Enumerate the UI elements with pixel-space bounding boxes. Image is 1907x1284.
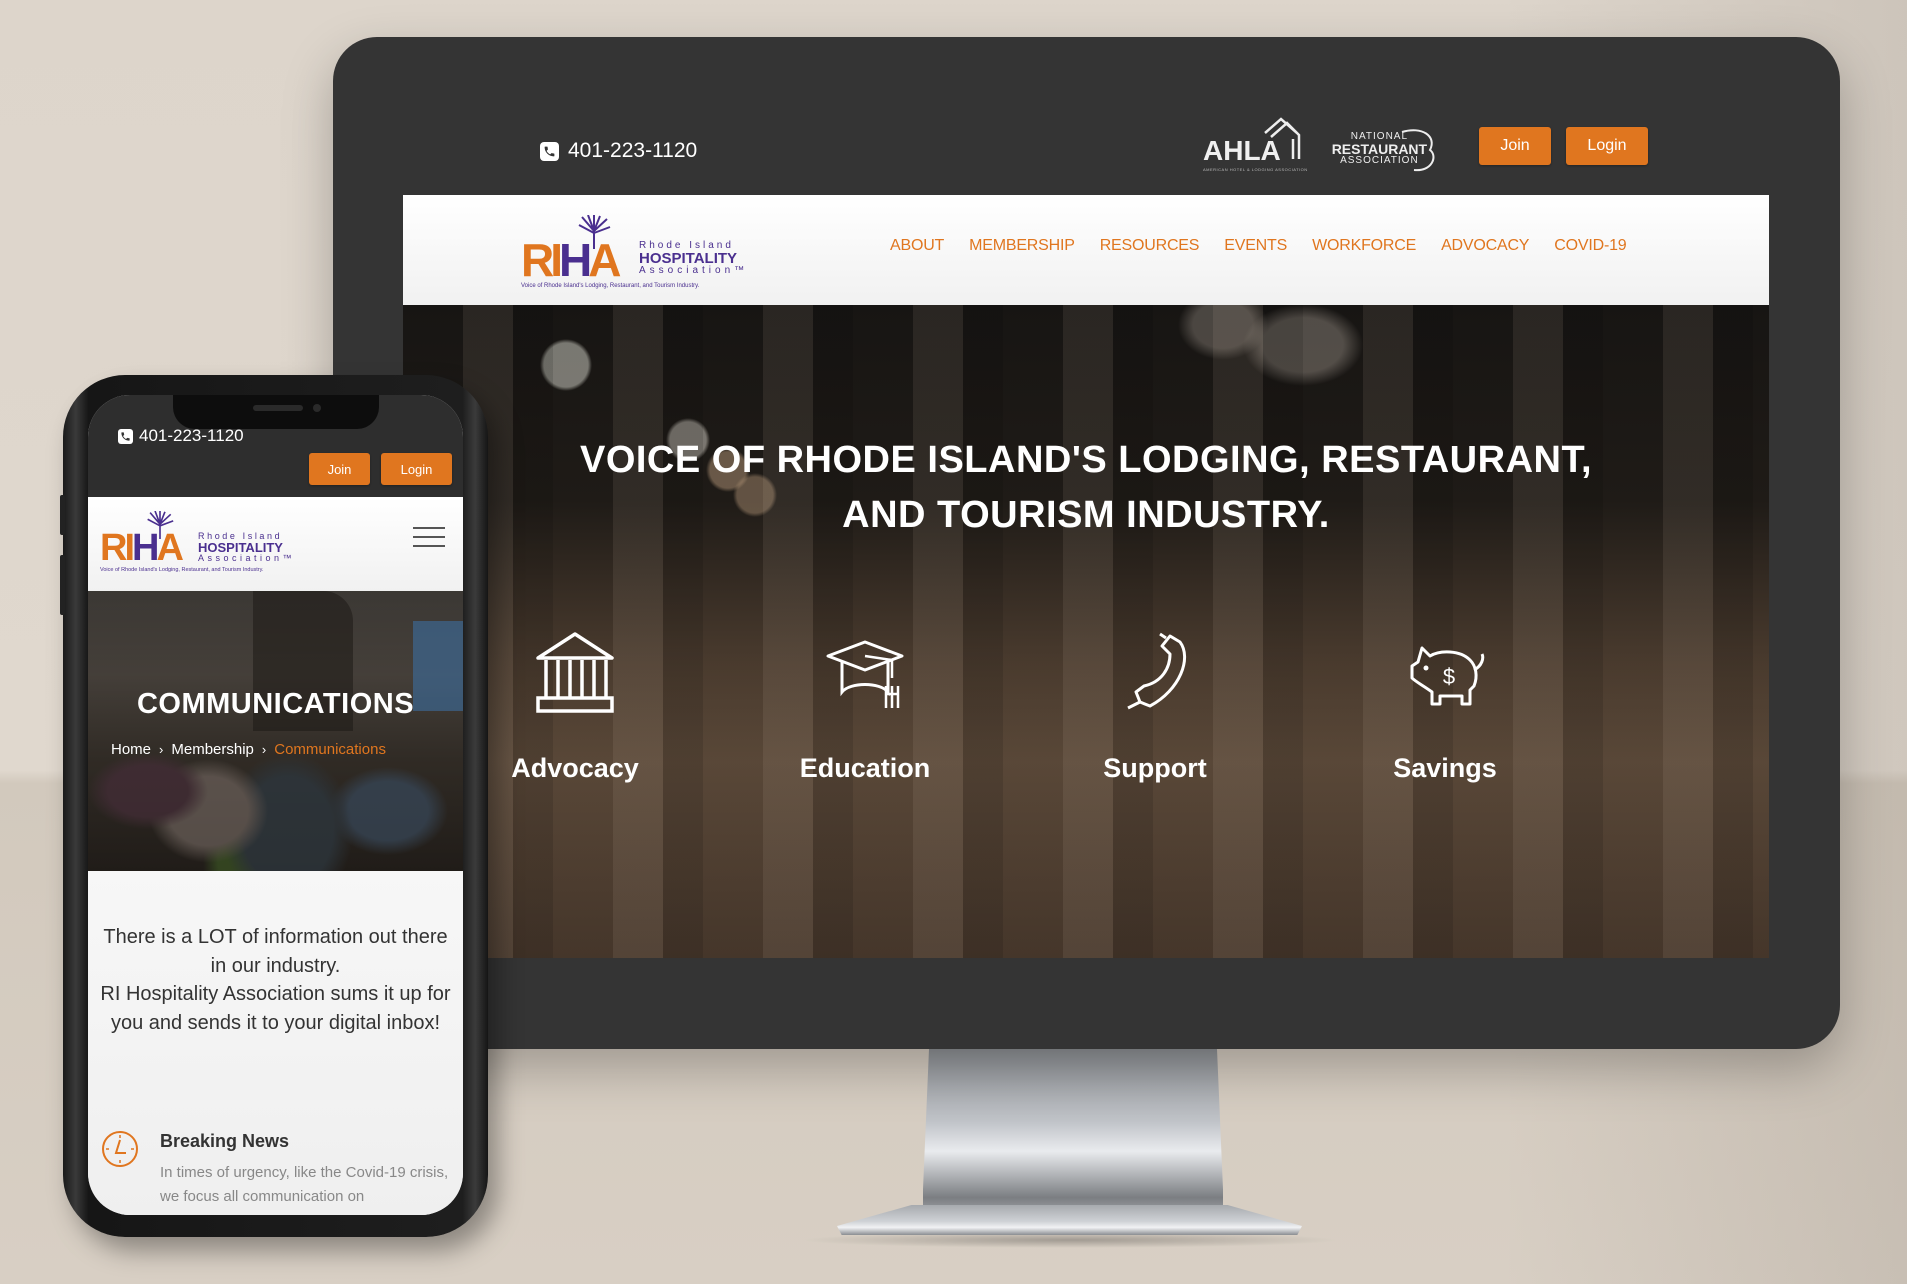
ahla-logo[interactable]: AHLA AMERICAN HOTEL & LODGING ASSOCIATIO… <box>1203 117 1308 172</box>
breadcrumb: Home › Membership › Communications <box>111 741 386 758</box>
phone-notch <box>173 395 379 429</box>
nav-item-events[interactable]: EVENTS <box>1224 237 1287 255</box>
hero-title-line1: VOICE OF RHODE ISLAND'S LODGING, RESTAUR… <box>579 439 1593 481</box>
feature-label: Education <box>799 753 931 783</box>
nra-logo[interactable]: NATIONAL RESTAURANT ASSOCIATION <box>1332 128 1435 171</box>
logo-line3: Association™ <box>198 553 296 563</box>
mobile-riha-logo[interactable]: RIHA Rhode Island HOSPITALITY Associatio… <box>100 511 300 581</box>
phone-camera <box>313 404 321 412</box>
desktop-main-nav: ABOUT MEMBERSHIP RESOURCES EVENTS WORKFO… <box>890 237 1627 255</box>
desktop-monitor: 401-223-1120 AHLA AMERICAN HOTEL & LODGI… <box>333 37 1840 1049</box>
desktop-phone-link[interactable]: 401-223-1120 <box>540 139 697 163</box>
feature-text: In times of urgency, like the Covid-19 c… <box>160 1164 449 1205</box>
feature-education[interactable]: Education <box>765 628 965 784</box>
clock-icon <box>102 1131 138 1167</box>
svg-text:$: $ <box>1443 664 1455 689</box>
mobile-page-title: COMMUNICATIONS <box>136 688 415 720</box>
logo-tagline: Voice of Rhode Island's Lodging, Restaur… <box>100 567 264 573</box>
monitor-stand-neck <box>923 1049 1223 1214</box>
logo-mark-a: A <box>588 234 621 286</box>
phone-icon <box>540 141 559 161</box>
piggy-bank-icon: $ <box>1410 646 1485 706</box>
intro-text-line1: There is a LOT of information out there … <box>103 926 448 977</box>
government-building-icon <box>536 632 614 713</box>
nav-item-advocacy[interactable]: ADVOCACY <box>1441 237 1529 255</box>
desktop-login-button[interactable]: Login <box>1566 127 1648 165</box>
ahla-subtitle: AMERICAN HOTEL & LODGING ASSOCIATION <box>1203 167 1308 172</box>
nav-item-about[interactable]: ABOUT <box>890 237 944 255</box>
desktop-riha-logo[interactable]: RIHA Rhode Island HOSPITALITY Associatio… <box>521 215 751 295</box>
ahla-building-icon <box>1264 117 1301 159</box>
feature-label: Advocacy <box>511 753 639 783</box>
feature-list: Advocacy Education Support $ Savings <box>475 628 1635 798</box>
desktop-navbar: RIHA Rhode Island HOSPITALITY Associatio… <box>403 195 1769 305</box>
logo-mark-h: H <box>559 234 592 286</box>
nav-item-membership[interactable]: MEMBERSHIP <box>969 237 1075 255</box>
nav-item-resources[interactable]: RESOURCES <box>1100 237 1200 255</box>
graduation-cap-fork-icon <box>826 640 904 708</box>
hamburger-line <box>413 545 445 547</box>
breadcrumb-membership[interactable]: Membership <box>171 741 254 758</box>
intro-text: There is a LOT of information out there … <box>96 923 455 1037</box>
mobile-phone-link[interactable]: 401-223-1120 <box>118 426 244 446</box>
mobile-join-button[interactable]: Join <box>309 453 370 485</box>
desktop-hero: VOICE OF RHODE ISLAND'S LODGING, RESTAUR… <box>403 305 1769 958</box>
mobile-phone-number: 401-223-1120 <box>139 426 244 445</box>
logo-line2: HOSPITALITY <box>639 250 738 267</box>
breadcrumb-home[interactable]: Home <box>111 741 151 758</box>
feature-title: Breaking News <box>160 1131 290 1151</box>
desktop-topbar: 401-223-1120 AHLA AMERICAN HOTEL & LODGI… <box>333 37 1840 195</box>
feature-savings[interactable]: $ Savings <box>1345 628 1545 784</box>
desktop-join-button[interactable]: Join <box>1479 127 1551 165</box>
logo-mark-a: A <box>156 527 184 569</box>
logo-text: Rhode Island HOSPITALITY Association™ <box>198 532 295 563</box>
hero-title-line2: AND TOURISM INDUSTRY. <box>842 494 1330 536</box>
riha-mark: RIHA <box>521 234 622 286</box>
telephone-handset-icon <box>1127 632 1186 710</box>
monitor-stand-base <box>837 1205 1302 1235</box>
phone-speaker <box>253 405 303 411</box>
nav-item-covid-19[interactable]: COVID-19 <box>1554 237 1626 255</box>
feature-support[interactable]: Support <box>1055 628 1255 784</box>
partner-logos: AHLA AMERICAN HOTEL & LODGING ASSOCIATIO… <box>1203 117 1435 172</box>
logo-text: Rhode Island HOSPITALITY Association™ <box>639 241 748 276</box>
logo-mark-ri: RI <box>100 527 135 569</box>
breadcrumb-chevron-icon: › <box>159 742 164 757</box>
feature-label: Support <box>1103 753 1207 783</box>
desktop-screen: RIHA Rhode Island HOSPITALITY Associatio… <box>403 195 1769 958</box>
feature-advocacy[interactable]: Advocacy <box>475 628 675 784</box>
mobile-hero: COMMUNICATIONS Home › Membership › Commu… <box>88 591 463 871</box>
logo-tagline: Voice of Rhode Island's Lodging, Restaur… <box>521 283 700 289</box>
desktop-phone-number: 401-223-1120 <box>568 139 698 162</box>
breadcrumb-chevron-icon: › <box>261 742 267 757</box>
mobile-content: There is a LOT of information out there … <box>88 871 463 1215</box>
intro-text-line2: RI Hospitality Association sums it up fo… <box>100 983 451 1034</box>
logo-mark-h: H <box>132 527 160 569</box>
phone-volume-button <box>60 555 65 615</box>
riha-mark: RIHA <box>100 527 184 569</box>
feature-label: Savings <box>1393 753 1497 783</box>
phone-icon <box>118 428 133 444</box>
logo-mark-ri: RI <box>521 234 563 286</box>
nra-swoosh-icon <box>1401 128 1435 171</box>
logo-line3: Association™ <box>639 265 749 276</box>
phone-side-button <box>60 495 65 535</box>
hero-title: VOICE OF RHODE ISLAND'S LODGING, RESTAUR… <box>403 433 1769 543</box>
breadcrumb-current: Communications <box>274 741 386 758</box>
nav-item-workforce[interactable]: WORKFORCE <box>1312 237 1416 255</box>
